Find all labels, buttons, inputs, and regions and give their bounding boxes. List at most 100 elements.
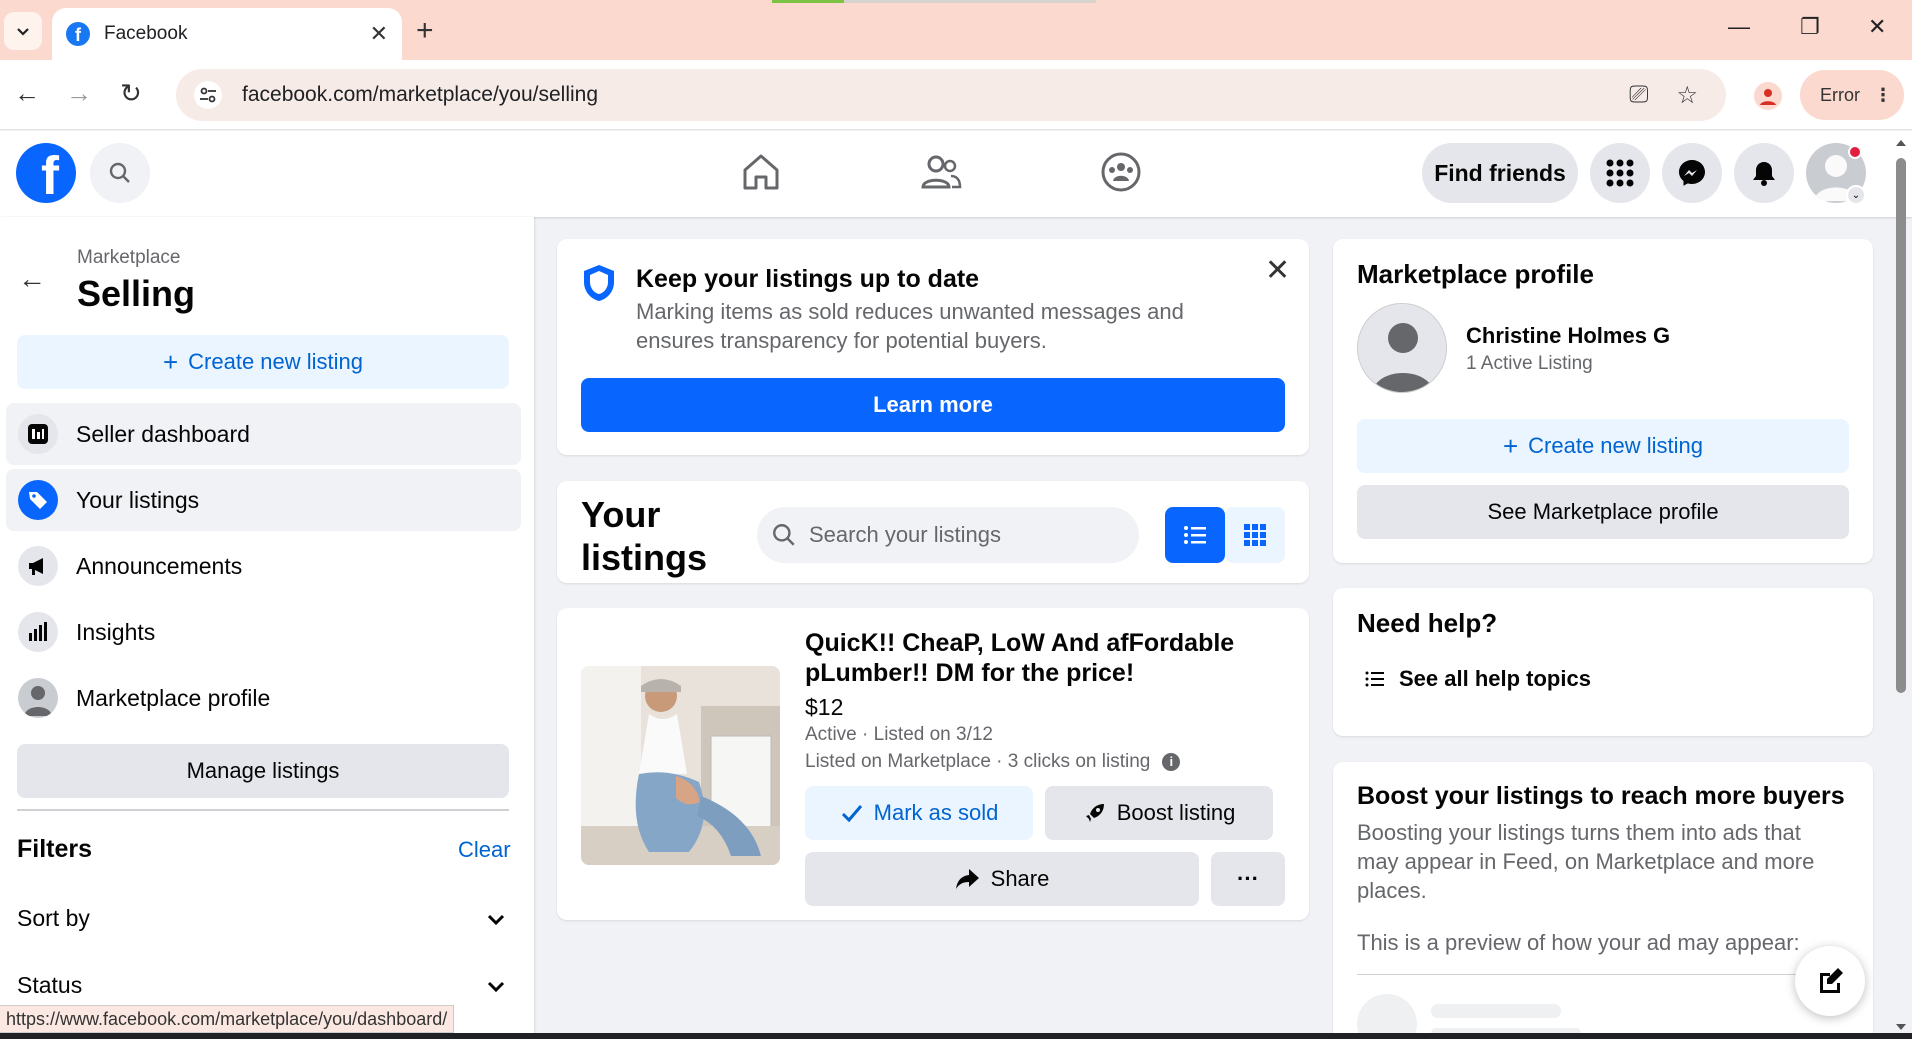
chevron-down-icon — [487, 914, 505, 925]
see-all-help-topics-link[interactable]: See all help topics — [1365, 666, 1591, 692]
more-options-button[interactable]: ··· — [1211, 852, 1285, 906]
scrollbar-thumb[interactable] — [1896, 158, 1906, 693]
taskbar-edge — [0, 1033, 1912, 1039]
plus-icon: + — [162, 346, 179, 377]
install-app-icon[interactable]: ⎚ — [1629, 81, 1648, 109]
learn-more-button[interactable]: Learn more — [581, 378, 1285, 432]
listing-status-text: Active · Listed on 3/12 — [805, 724, 993, 745]
scroll-down-arrow-icon[interactable] — [1894, 1020, 1908, 1034]
breadcrumb[interactable]: Marketplace — [77, 247, 181, 269]
back-button[interactable]: ← — [14, 78, 40, 109]
list-view-button[interactable] — [1165, 507, 1225, 563]
grid-icon — [1244, 524, 1266, 546]
home-nav-icon[interactable] — [740, 151, 782, 198]
profile-avatar[interactable] — [1357, 303, 1447, 393]
help-link-label: See all help topics — [1399, 666, 1591, 691]
checkmark-icon — [841, 805, 862, 823]
sidebar-item-seller-dashboard[interactable]: Seller dashboard — [6, 403, 521, 465]
sidebar-item-label: Marketplace profile — [76, 684, 271, 711]
marketplace-profile-card: Marketplace profile Christine Holmes G 1… — [1333, 239, 1873, 563]
boost-listing-label: Boost listing — [1116, 800, 1236, 825]
scroll-up-arrow-icon[interactable] — [1894, 136, 1908, 150]
sidebar-item-your-listings[interactable]: Your listings — [6, 469, 521, 531]
profile-create-listing-button[interactable]: + Create new listing — [1357, 419, 1849, 473]
bookmark-star-icon[interactable]: ☆ — [1676, 81, 1698, 110]
kebab-menu-icon[interactable]: ⋮ — [1874, 85, 1892, 106]
reload-button[interactable]: ↻ — [120, 78, 142, 109]
boost-card: Boost your listings to reach more buyers… — [1333, 762, 1873, 1039]
info-icon[interactable]: i — [1162, 752, 1181, 771]
help-card: Need help? See all help topics — [1333, 588, 1873, 736]
browser-profile-icon[interactable] — [1754, 82, 1782, 110]
close-icon[interactable]: ✕ — [1265, 253, 1290, 288]
menu-button[interactable] — [1590, 143, 1650, 203]
tab-title: Facebook — [104, 23, 188, 44]
mark-as-sold-button[interactable]: Mark as sold — [805, 786, 1033, 840]
status-dropdown[interactable]: Status — [17, 972, 507, 999]
friends-nav-icon[interactable] — [920, 151, 962, 198]
restore-button[interactable]: ❐ — [1800, 14, 1820, 40]
notification-dot — [1848, 145, 1862, 159]
loading-bar — [772, 0, 844, 3]
listing-card: QuicK!! CheaP, LoW And afFordable pLumbe… — [557, 608, 1309, 920]
address-bar[interactable]: facebook.com/marketplace/you/selling ⎚ ☆ — [176, 69, 1726, 121]
facebook-search-button[interactable] — [90, 143, 150, 203]
url-text[interactable]: facebook.com/marketplace/you/selling — [242, 83, 1629, 107]
sort-by-dropdown[interactable]: Sort by — [17, 905, 507, 932]
sort-by-label: Sort by — [17, 905, 90, 931]
compose-message-button[interactable] — [1795, 946, 1865, 1016]
search-placeholder: Search your listings — [809, 522, 1001, 547]
browser-tab[interactable]: f Facebook ✕ — [52, 8, 402, 60]
minimize-button[interactable]: — — [1728, 14, 1750, 40]
search-listings-input[interactable]: Search your listings — [757, 507, 1139, 563]
facebook-top-nav: f Find friends ⌄ — [0, 131, 1912, 217]
create-listing-label: Create new listing — [188, 349, 364, 374]
browser-tab-bar: f Facebook ✕ + — ❐ ✕ — [0, 0, 1912, 60]
profile-name[interactable]: Christine Holmes G — [1466, 323, 1670, 349]
your-listings-title: Your listings — [581, 494, 708, 578]
notifications-button[interactable] — [1734, 143, 1794, 203]
find-friends-button[interactable]: Find friends — [1422, 143, 1578, 203]
facebook-favicon-icon: f — [66, 22, 90, 46]
messenger-button[interactable] — [1662, 143, 1722, 203]
groups-nav-icon[interactable] — [1100, 151, 1142, 198]
clear-filters-link[interactable]: Clear — [458, 837, 511, 863]
create-listing-button[interactable]: + Create new listing — [17, 335, 509, 389]
share-button[interactable]: Share — [805, 852, 1199, 906]
sidebar-item-announcements[interactable]: Announcements — [6, 535, 521, 597]
manage-listings-button[interactable]: Manage listings — [17, 744, 509, 798]
marketplace-sidebar: ← Marketplace Selling + Create new listi… — [0, 217, 534, 1039]
error-label: Error — [1820, 84, 1860, 105]
see-marketplace-profile-button[interactable]: See Marketplace profile — [1357, 485, 1849, 539]
your-listings-header: Your listings Search your listings — [557, 481, 1309, 583]
tab-search-button[interactable] — [4, 12, 42, 50]
listing-title[interactable]: QuicK!! CheaP, LoW And afFordable pLumbe… — [805, 628, 1275, 688]
tab-close-icon[interactable]: ✕ — [370, 21, 388, 47]
profile-create-listing-label: Create new listing — [1528, 433, 1704, 458]
boost-listing-button[interactable]: Boost listing — [1045, 786, 1273, 840]
grid-view-button[interactable] — [1225, 507, 1285, 563]
sidebar-item-label: Your listings — [76, 486, 200, 513]
back-arrow-icon[interactable]: ← — [18, 263, 46, 295]
tag-icon — [18, 480, 58, 520]
boost-preview-text: This is a preview of how your ad may app… — [1357, 930, 1800, 955]
sidebar-item-marketplace-profile[interactable]: Marketplace profile — [6, 667, 521, 729]
account-chevron-icon[interactable]: ⌄ — [1846, 185, 1866, 205]
sidebar-item-insights[interactable]: Insights — [6, 601, 521, 663]
site-settings-icon[interactable] — [194, 81, 222, 109]
ad-preview-line-placeholder — [1431, 1004, 1561, 1018]
window-close-button[interactable]: ✕ — [1868, 14, 1886, 40]
mark-as-sold-label: Mark as sold — [873, 800, 999, 825]
forward-button[interactable]: → — [66, 78, 92, 109]
browser-error-button[interactable]: Error ⋮ — [1800, 70, 1904, 120]
chevron-down-icon — [487, 981, 505, 992]
listing-thumbnail[interactable] — [581, 666, 780, 865]
browser-toolbar: ← → ↻ facebook.com/marketplace/you/selli… — [0, 60, 1912, 130]
divider — [1357, 974, 1849, 975]
facebook-logo-icon[interactable]: f — [16, 143, 76, 203]
listing-stats-row: Listed on Marketplace · 3 clicks on list… — [805, 751, 1181, 773]
listing-price: $12 — [805, 694, 844, 720]
new-tab-button[interactable]: + — [416, 14, 434, 48]
user-icon — [18, 678, 58, 718]
bell-icon — [1753, 162, 1775, 186]
